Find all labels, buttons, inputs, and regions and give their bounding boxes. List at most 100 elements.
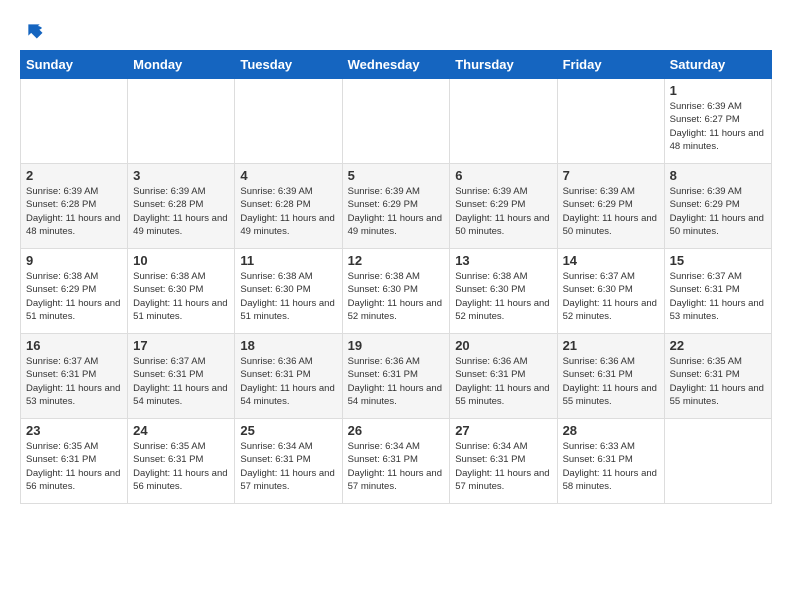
- calendar-day-cell: 3 Sunrise: 6:39 AM Sunset: 6:28 PM Daylig…: [128, 164, 235, 249]
- day-info: Sunrise: 6:37 AM Sunset: 6:31 PM Dayligh…: [26, 355, 122, 408]
- logo: [20, 20, 44, 40]
- weekday-header: Monday: [128, 51, 235, 79]
- day-number: 14: [563, 253, 659, 268]
- logo-icon: [24, 20, 44, 40]
- day-info: Sunrise: 6:37 AM Sunset: 6:30 PM Dayligh…: [563, 270, 659, 323]
- calendar-day-cell: 12 Sunrise: 6:38 AM Sunset: 6:30 PM Dayli…: [342, 249, 450, 334]
- day-info: Sunrise: 6:33 AM Sunset: 6:31 PM Dayligh…: [563, 440, 659, 493]
- day-info: Sunrise: 6:36 AM Sunset: 6:31 PM Dayligh…: [348, 355, 445, 408]
- weekday-header: Wednesday: [342, 51, 450, 79]
- day-number: 26: [348, 423, 445, 438]
- header: [20, 20, 772, 40]
- day-number: 24: [133, 423, 229, 438]
- calendar-day-cell: 22 Sunrise: 6:35 AM Sunset: 6:31 PM Dayli…: [664, 334, 771, 419]
- calendar-day-cell: 16 Sunrise: 6:37 AM Sunset: 6:31 PM Dayli…: [21, 334, 128, 419]
- calendar-day-cell: 13 Sunrise: 6:38 AM Sunset: 6:30 PM Dayli…: [450, 249, 557, 334]
- day-number: 16: [26, 338, 122, 353]
- calendar-day-cell: 21 Sunrise: 6:36 AM Sunset: 6:31 PM Dayli…: [557, 334, 664, 419]
- day-number: 20: [455, 338, 551, 353]
- calendar-day-cell: 17 Sunrise: 6:37 AM Sunset: 6:31 PM Dayli…: [128, 334, 235, 419]
- day-info: Sunrise: 6:36 AM Sunset: 6:31 PM Dayligh…: [455, 355, 551, 408]
- calendar-day-cell: [557, 79, 664, 164]
- calendar-day-cell: 24Sunrise: 6:35 AM Sunset: 6:31 PM Dayli…: [128, 419, 235, 504]
- weekday-header: Thursday: [450, 51, 557, 79]
- calendar-day-cell: [342, 79, 450, 164]
- day-info: Sunrise: 6:39 AM Sunset: 6:29 PM Dayligh…: [670, 185, 766, 238]
- calendar-day-cell: 10Sunrise: 6:38 AM Sunset: 6:30 PM Dayli…: [128, 249, 235, 334]
- calendar-header-row: SundayMondayTuesdayWednesdayThursdayFrid…: [21, 51, 772, 79]
- weekday-header: Sunday: [21, 51, 128, 79]
- calendar-day-cell: 6 Sunrise: 6:39 AM Sunset: 6:29 PM Daylig…: [450, 164, 557, 249]
- calendar-day-cell: [664, 419, 771, 504]
- day-info: Sunrise: 6:37 AM Sunset: 6:31 PM Dayligh…: [670, 270, 766, 323]
- day-info: Sunrise: 6:36 AM Sunset: 6:31 PM Dayligh…: [240, 355, 336, 408]
- calendar-day-cell: 28 Sunrise: 6:33 AM Sunset: 6:31 PM Dayli…: [557, 419, 664, 504]
- weekday-header: Tuesday: [235, 51, 342, 79]
- day-number: 17: [133, 338, 229, 353]
- day-info: Sunrise: 6:39 AM Sunset: 6:29 PM Dayligh…: [455, 185, 551, 238]
- day-number: 18: [240, 338, 336, 353]
- day-number: 12: [348, 253, 445, 268]
- day-info: Sunrise: 6:36 AM Sunset: 6:31 PM Dayligh…: [563, 355, 659, 408]
- day-info: Sunrise: 6:38 AM Sunset: 6:30 PM Dayligh…: [240, 270, 336, 323]
- calendar: SundayMondayTuesdayWednesdayThursdayFrid…: [20, 50, 772, 504]
- day-info: Sunrise: 6:34 AM Sunset: 6:31 PM Dayligh…: [240, 440, 336, 493]
- calendar-day-cell: 20 Sunrise: 6:36 AM Sunset: 6:31 PM Dayli…: [450, 334, 557, 419]
- calendar-day-cell: [21, 79, 128, 164]
- day-number: 8: [670, 168, 766, 183]
- day-info: Sunrise: 6:39 AM Sunset: 6:29 PM Dayligh…: [563, 185, 659, 238]
- calendar-day-cell: 14 Sunrise: 6:37 AM Sunset: 6:30 PM Dayli…: [557, 249, 664, 334]
- weekday-header: Friday: [557, 51, 664, 79]
- calendar-day-cell: [235, 79, 342, 164]
- day-info: Sunrise: 6:34 AM Sunset: 6:31 PM Dayligh…: [455, 440, 551, 493]
- calendar-day-cell: 2Sunrise: 6:39 AM Sunset: 6:28 PM Daylig…: [21, 164, 128, 249]
- calendar-day-cell: 11 Sunrise: 6:38 AM Sunset: 6:30 PM Dayli…: [235, 249, 342, 334]
- day-number: 21: [563, 338, 659, 353]
- calendar-day-cell: 1Sunrise: 6:39 AM Sunset: 6:27 PM Daylig…: [664, 79, 771, 164]
- day-number: 6: [455, 168, 551, 183]
- day-number: 25: [240, 423, 336, 438]
- day-info: Sunrise: 6:34 AM Sunset: 6:31 PM Dayligh…: [348, 440, 445, 493]
- calendar-day-cell: [450, 79, 557, 164]
- calendar-day-cell: [128, 79, 235, 164]
- calendar-week-row: 1Sunrise: 6:39 AM Sunset: 6:27 PM Daylig…: [21, 79, 772, 164]
- calendar-day-cell: 19 Sunrise: 6:36 AM Sunset: 6:31 PM Dayli…: [342, 334, 450, 419]
- calendar-day-cell: 25 Sunrise: 6:34 AM Sunset: 6:31 PM Dayli…: [235, 419, 342, 504]
- day-info: Sunrise: 6:38 AM Sunset: 6:30 PM Dayligh…: [348, 270, 445, 323]
- calendar-week-row: 23 Sunrise: 6:35 AM Sunset: 6:31 PM Dayli…: [21, 419, 772, 504]
- weekday-header: Saturday: [664, 51, 771, 79]
- day-number: 28: [563, 423, 659, 438]
- day-number: 4: [240, 168, 336, 183]
- day-number: 23: [26, 423, 122, 438]
- day-info: Sunrise: 6:38 AM Sunset: 6:30 PM Dayligh…: [455, 270, 551, 323]
- calendar-day-cell: 8 Sunrise: 6:39 AM Sunset: 6:29 PM Daylig…: [664, 164, 771, 249]
- day-info: Sunrise: 6:35 AM Sunset: 6:31 PM Dayligh…: [26, 440, 122, 493]
- day-number: 9: [26, 253, 122, 268]
- calendar-day-cell: 23 Sunrise: 6:35 AM Sunset: 6:31 PM Dayli…: [21, 419, 128, 504]
- calendar-day-cell: 18 Sunrise: 6:36 AM Sunset: 6:31 PM Dayli…: [235, 334, 342, 419]
- day-number: 5: [348, 168, 445, 183]
- day-number: 3: [133, 168, 229, 183]
- calendar-day-cell: 27 Sunrise: 6:34 AM Sunset: 6:31 PM Dayli…: [450, 419, 557, 504]
- calendar-day-cell: 5Sunrise: 6:39 AM Sunset: 6:29 PM Daylig…: [342, 164, 450, 249]
- day-info: Sunrise: 6:39 AM Sunset: 6:28 PM Dayligh…: [133, 185, 229, 238]
- day-number: 11: [240, 253, 336, 268]
- day-number: 1: [670, 83, 766, 98]
- day-number: 22: [670, 338, 766, 353]
- calendar-day-cell: 7 Sunrise: 6:39 AM Sunset: 6:29 PM Daylig…: [557, 164, 664, 249]
- day-number: 15: [670, 253, 766, 268]
- day-number: 7: [563, 168, 659, 183]
- calendar-week-row: 9 Sunrise: 6:38 AM Sunset: 6:29 PM Daylig…: [21, 249, 772, 334]
- calendar-day-cell: 4 Sunrise: 6:39 AM Sunset: 6:28 PM Daylig…: [235, 164, 342, 249]
- calendar-day-cell: 9 Sunrise: 6:38 AM Sunset: 6:29 PM Daylig…: [21, 249, 128, 334]
- day-info: Sunrise: 6:35 AM Sunset: 6:31 PM Dayligh…: [670, 355, 766, 408]
- day-info: Sunrise: 6:39 AM Sunset: 6:28 PM Dayligh…: [240, 185, 336, 238]
- day-number: 13: [455, 253, 551, 268]
- day-info: Sunrise: 6:38 AM Sunset: 6:29 PM Dayligh…: [26, 270, 122, 323]
- calendar-day-cell: 15 Sunrise: 6:37 AM Sunset: 6:31 PM Dayli…: [664, 249, 771, 334]
- day-number: 27: [455, 423, 551, 438]
- calendar-day-cell: 26 Sunrise: 6:34 AM Sunset: 6:31 PM Dayli…: [342, 419, 450, 504]
- day-info: Sunrise: 6:37 AM Sunset: 6:31 PM Dayligh…: [133, 355, 229, 408]
- day-number: 19: [348, 338, 445, 353]
- day-info: Sunrise: 6:39 AM Sunset: 6:28 PM Dayligh…: [26, 185, 122, 238]
